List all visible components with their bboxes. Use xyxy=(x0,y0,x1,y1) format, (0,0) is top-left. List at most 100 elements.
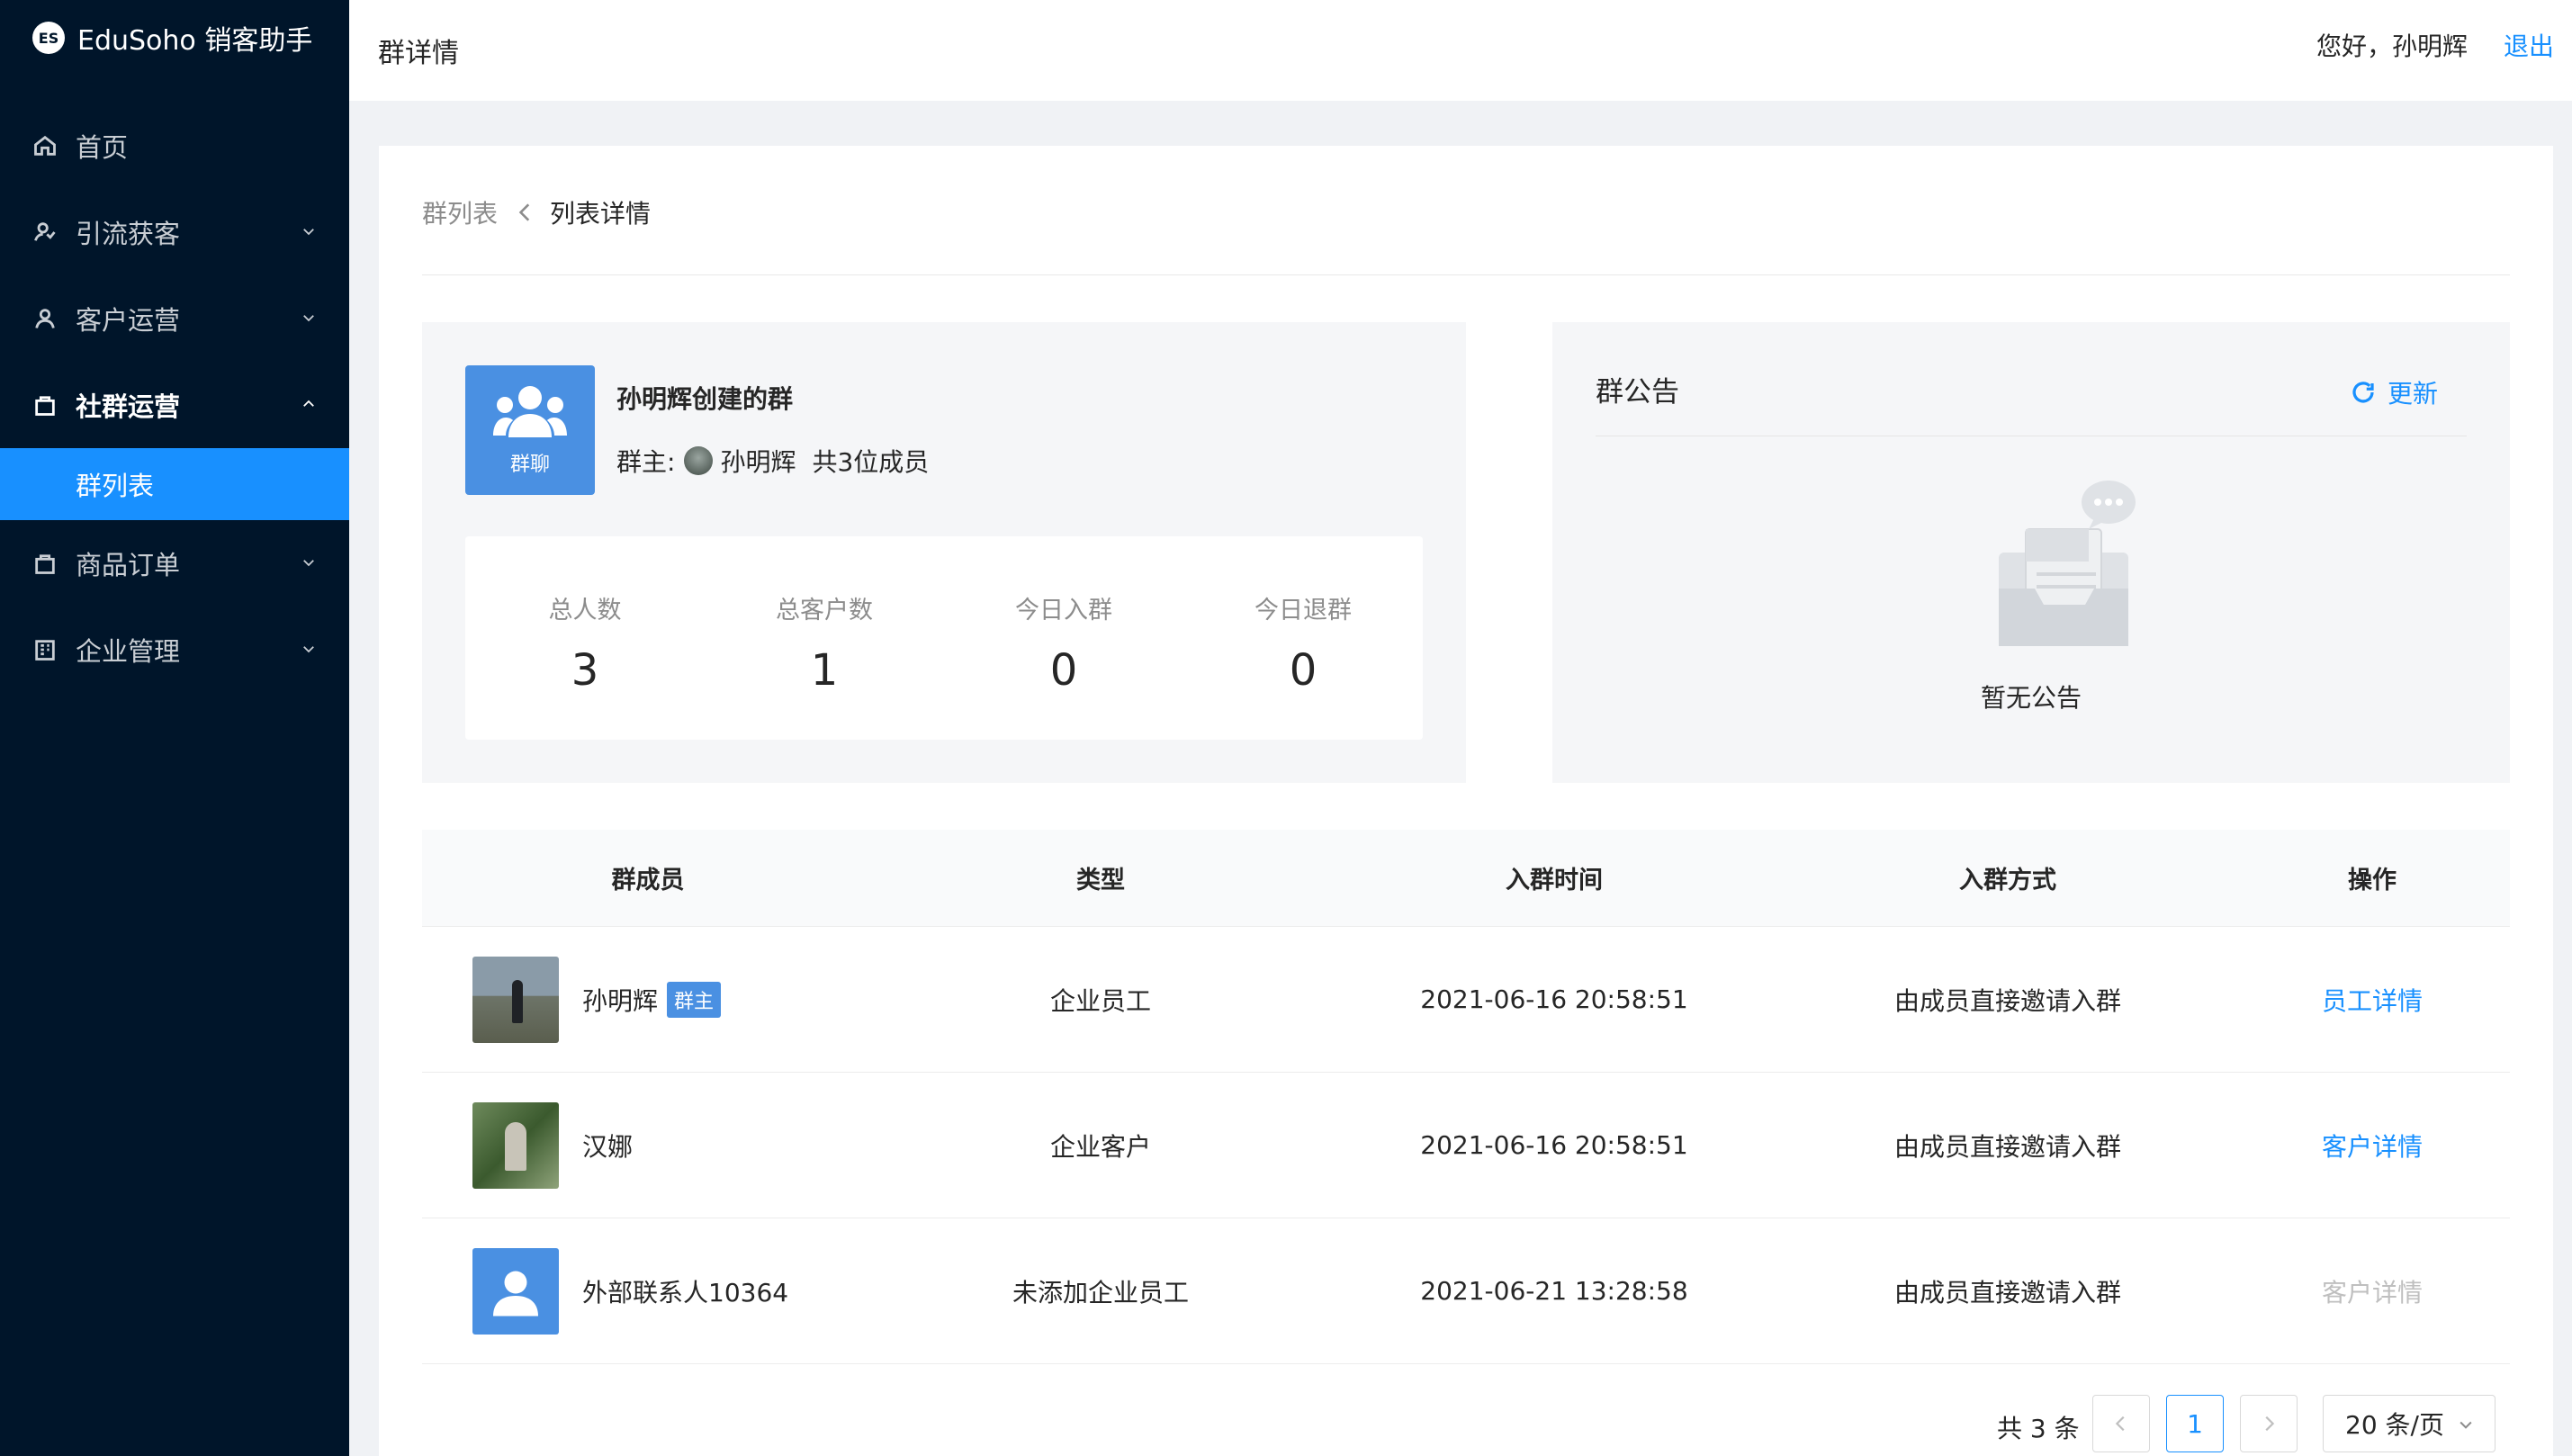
owner-avatar xyxy=(684,446,714,475)
refresh-button[interactable]: 更新 xyxy=(2350,374,2438,410)
table-header: 群成员 类型 入群时间 入群方式 操作 xyxy=(422,830,2510,927)
column-header-action: 操作 xyxy=(2348,867,2397,894)
page-size-value: 20 条/页 xyxy=(2345,1410,2444,1440)
chevron-down-icon xyxy=(303,315,314,322)
top-header: 群详情 您好，孙明辉 退出 xyxy=(349,0,2572,101)
user-icon xyxy=(35,309,55,328)
content-card: 群列表 列表详情 群聊 孙明辉创建的群 群主: 孙明辉 共3位成员 总人数 3 xyxy=(379,146,2553,1456)
stat-label: 今日退群 xyxy=(1255,597,1352,625)
breadcrumb: 群列表 列表详情 xyxy=(422,194,651,230)
user-placeholder-icon xyxy=(493,1271,538,1316)
owner-name: 孙明辉 xyxy=(720,447,796,477)
prev-page-button[interactable] xyxy=(2092,1395,2150,1452)
group-info-panel: 群聊 孙明辉创建的群 群主: 孙明辉 共3位成员 总人数 3 总客户数 1 今日… xyxy=(422,322,1466,783)
join-method: 由成员直接邀请入群 xyxy=(1893,1131,2121,1162)
column-header-type: 类型 xyxy=(1076,867,1125,894)
chevron-left-icon xyxy=(2115,1416,2125,1432)
empty-inbox-icon xyxy=(1999,481,2136,646)
sidebar-menu: 首页 引流获客 客户运营 社群运营 群列表 商品订单 企业管理 xyxy=(0,103,349,693)
join-method: 由成员直接邀请入群 xyxy=(1893,985,2121,1016)
employee-detail-link[interactable]: 员工详情 xyxy=(2322,986,2423,1016)
member-name: 汉娜 xyxy=(582,1131,634,1162)
bag-icon xyxy=(35,554,55,574)
stat-total: 总人数 3 xyxy=(465,536,705,740)
page-1-button[interactable]: 1 xyxy=(2166,1395,2224,1452)
home-icon xyxy=(34,135,56,156)
chevron-down-icon xyxy=(303,646,314,653)
page-title: 群详情 xyxy=(378,38,459,69)
sidebar-item-label: 社群运营 xyxy=(76,391,181,422)
refresh-icon xyxy=(2352,382,2374,403)
chevron-up-icon xyxy=(303,400,314,407)
join-time: 2021-06-16 20:58:51 xyxy=(1420,1130,1688,1160)
next-page-button[interactable] xyxy=(2240,1395,2298,1452)
chevron-left-icon xyxy=(518,203,530,221)
bag-icon xyxy=(35,396,55,416)
app-title: EduSoho 销客助手 xyxy=(77,25,313,57)
sidebar-item-community-ops[interactable]: 社群运营 xyxy=(0,362,349,448)
users-icon xyxy=(34,222,56,241)
group-name: 孙明辉创建的群 xyxy=(616,384,794,414)
sidebar-item-label: 首页 xyxy=(76,132,129,163)
stat-value: 0 xyxy=(1289,645,1317,696)
column-header-member: 群成员 xyxy=(611,867,685,894)
sidebar-subitem-label: 群列表 xyxy=(76,471,155,501)
divider xyxy=(422,274,2510,275)
sidebar-item-enterprise[interactable]: 企业管理 xyxy=(0,607,349,693)
chevron-down-icon xyxy=(303,560,314,567)
join-time: 2021-06-21 13:28:58 xyxy=(1420,1276,1688,1306)
brand[interactable]: ES EduSoho 销客助手 xyxy=(32,16,312,59)
sidebar-item-traffic[interactable]: 引流获客 xyxy=(0,189,349,275)
member-count: 共3位成员 xyxy=(812,447,930,477)
stat-left-today: 今日退群 0 xyxy=(1183,536,1423,740)
sidebar-item-customer-ops[interactable]: 客户运营 xyxy=(0,275,349,362)
sidebar-item-orders[interactable]: 商品订单 xyxy=(0,520,349,607)
table-row: 汉娜 企业客户 2021-06-16 20:58:51 由成员直接邀请入群 客户… xyxy=(422,1073,2510,1218)
breadcrumb-parent[interactable]: 群列表 xyxy=(422,194,498,230)
sidebar-subitem-group-list[interactable]: 群列表 xyxy=(0,448,349,520)
sidebar-item-label: 引流获客 xyxy=(76,219,181,249)
member-type: 企业客户 xyxy=(1049,1131,1151,1162)
join-method: 由成员直接邀请入群 xyxy=(1893,1277,2121,1308)
member-name: 外部联系人10364 xyxy=(582,1277,789,1308)
logo-icon: ES xyxy=(32,22,65,54)
column-header-join-method: 入群方式 xyxy=(1959,867,2056,894)
member-cell: 汉娜 xyxy=(422,1101,874,1189)
breadcrumb-current: 列表详情 xyxy=(550,199,652,229)
members-table: 群成员 类型 入群时间 入群方式 操作 孙明辉 群主 企业员工 2021-06-… xyxy=(422,830,2510,1364)
chevron-down-icon xyxy=(2460,1421,2472,1429)
stat-label: 今日入群 xyxy=(1015,597,1112,625)
refresh-label: 更新 xyxy=(2387,379,2438,409)
group-notice-panel: 群公告 更新 暂无公告 xyxy=(1552,322,2510,783)
table-row: 孙明辉 群主 企业员工 2021-06-16 20:58:51 由成员直接邀请入… xyxy=(422,927,2510,1073)
avatar xyxy=(472,956,559,1043)
stat-value: 1 xyxy=(810,645,839,696)
sidebar-item-home[interactable]: 首页 xyxy=(0,103,349,189)
stat-joined-today: 今日入群 0 xyxy=(944,536,1183,740)
member-cell: 孙明辉 群主 xyxy=(422,956,874,1043)
chevron-down-icon xyxy=(303,229,314,236)
sidebar-item-label: 商品订单 xyxy=(76,550,181,580)
building-icon xyxy=(35,640,55,661)
table-row: 外部联系人10364 未添加企业员工 2021-06-21 13:28:58 由… xyxy=(422,1218,2510,1364)
stat-customers: 总客户数 1 xyxy=(705,536,944,740)
notice-title: 群公告 xyxy=(1596,376,1679,409)
owner-badge: 群主 xyxy=(667,981,722,1018)
customer-detail-link-disabled: 客户详情 xyxy=(2321,1277,2423,1308)
user-greeting: 您好，孙明辉 xyxy=(2316,31,2468,61)
page-size-select[interactable]: 20 条/页 xyxy=(2323,1395,2496,1452)
stat-value: 0 xyxy=(1049,645,1078,696)
customer-detail-link[interactable]: 客户详情 xyxy=(2322,1132,2423,1162)
logout-link[interactable]: 退出 xyxy=(2504,27,2554,63)
stats-box: 总人数 3 总客户数 1 今日入群 0 今日退群 0 xyxy=(465,536,1423,740)
stat-label: 总客户数 xyxy=(776,597,873,625)
chevron-right-icon xyxy=(2265,1416,2275,1432)
empty-notice-text: 暂无公告 xyxy=(1980,683,2082,713)
group-chat-icon: 群聊 xyxy=(465,365,595,495)
member-type: 未添加企业员工 xyxy=(1012,1277,1189,1308)
total-count: 共 3 条 xyxy=(1997,1414,2080,1443)
sidebar: ES EduSoho 销客助手 首页 引流获客 客户运营 社群运营 群列表 商品… xyxy=(0,0,349,1456)
stat-label: 总人数 xyxy=(548,597,622,625)
group-owner-line: 群主: 孙明辉 共3位成员 xyxy=(616,443,929,479)
sidebar-item-label: 企业管理 xyxy=(76,636,181,667)
